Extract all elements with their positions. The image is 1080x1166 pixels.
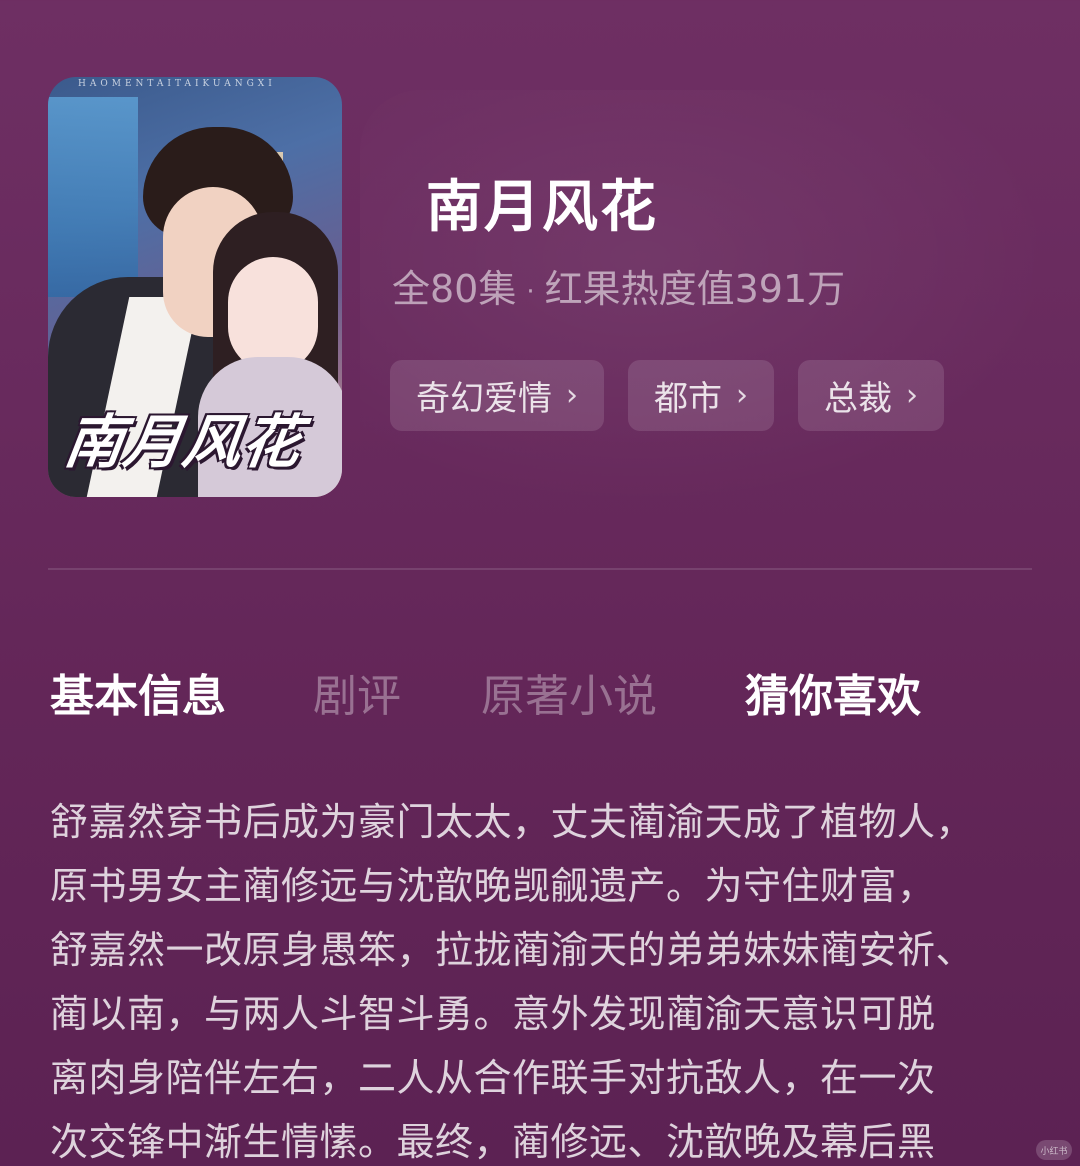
chevron-right-icon: › (566, 378, 578, 413)
drama-title: 南月风花 (426, 175, 658, 240)
section-divider (48, 568, 1032, 570)
tag-ceo[interactable]: 总裁 › (798, 360, 944, 431)
watermark: 小红书 (1036, 1140, 1072, 1160)
heat-value: 红果热度值391万 (544, 267, 846, 311)
tab-reviews[interactable]: 剧评 (313, 660, 401, 724)
tag-label: 都市 (654, 379, 722, 419)
chevron-right-icon: › (736, 378, 748, 413)
chevron-right-icon: › (906, 378, 918, 413)
genre-tags: 奇幻爱情 › 都市 › 总裁 › (390, 360, 944, 431)
episode-count: 全80集 (392, 267, 517, 311)
poster-title-text: 南月风花 (60, 408, 307, 476)
meta-separator: · (526, 276, 535, 307)
tab-original-novel[interactable]: 原著小说 (481, 660, 657, 724)
tag-label: 奇幻爱情 (416, 379, 552, 419)
tab-recommendations[interactable]: 猜你喜欢 (745, 660, 921, 724)
poster-top-text: HAOMENTAITAIKUANGXI (78, 79, 276, 89)
tag-label: 总裁 (824, 379, 892, 419)
synopsis-line: 原书男女主蔺修远与沈歆晚觊觎遗产。为守住财富， (50, 864, 936, 908)
drama-poster[interactable]: HAOMENTAITAIKUANGXI 南月风花 (48, 77, 342, 497)
tab-basic-info[interactable]: 基本信息 (50, 660, 226, 724)
synopsis-line: 舒嘉然一改原身愚笨，拉拢蔺渝天的弟弟妹妹蔺安祈、 (50, 928, 975, 972)
tag-fantasy-romance[interactable]: 奇幻爱情 › (390, 360, 604, 431)
drama-meta: 全80集 · 红果热度值391万 (392, 258, 845, 313)
synopsis: 舒嘉然穿书后成为豪门太太，丈夫蔺渝天成了植物人， 原书男女主蔺修远与沈歆晚觊觎遗… (50, 790, 1040, 1166)
tag-urban[interactable]: 都市 › (628, 360, 774, 431)
synopsis-line: 离肉身陪伴左右，二人从合作联手对抗敌人，在一次 (50, 1056, 936, 1100)
poster-woman-face (228, 257, 318, 372)
synopsis-line: 次交锋中渐生情愫。最终，蔺修远、沈歆晚及幕后黑 (50, 1120, 936, 1164)
synopsis-line: 蔺以南，与两人斗智斗勇。意外发现蔺渝天意识可脱 (50, 992, 936, 1036)
synopsis-line: 舒嘉然穿书后成为豪门太太，丈夫蔺渝天成了植物人， (50, 800, 975, 844)
poster-window (48, 97, 138, 297)
